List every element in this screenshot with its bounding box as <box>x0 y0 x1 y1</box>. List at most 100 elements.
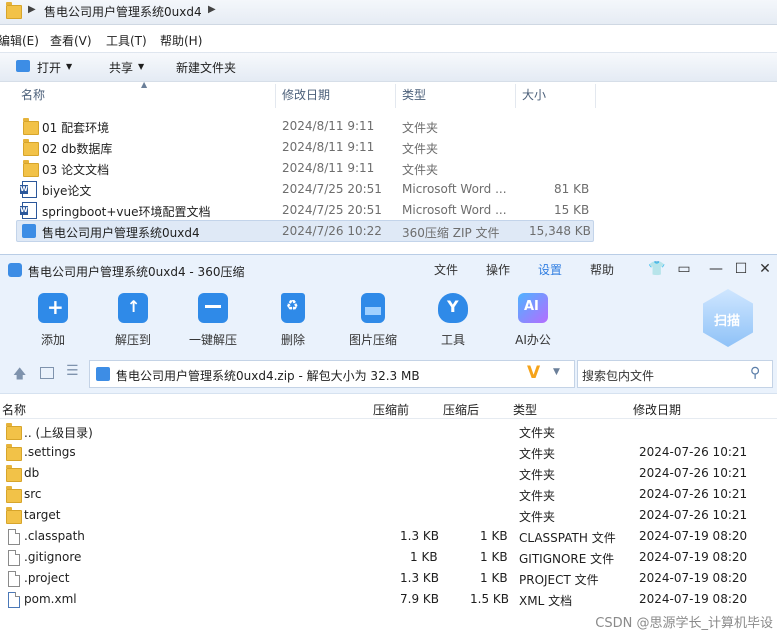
file-row[interactable]: 02 db数据库 2024/8/11 9:11 文件夹 <box>16 137 592 157</box>
word-icon <box>20 202 37 219</box>
column-header-name[interactable]: 名称 <box>2 401 26 418</box>
table-row[interactable]: db 文件夹 2024-07-26 10:21 <box>0 463 777 484</box>
chevron-right-icon[interactable]: ▶ <box>208 4 216 15</box>
column-header-after[interactable]: 压缩后 <box>443 401 479 418</box>
menu-operate[interactable]: 操作 <box>486 261 510 278</box>
row-type: 文件夹 <box>519 510 556 524</box>
file-type: 文件夹 <box>402 121 439 135</box>
zip-icon <box>96 367 110 381</box>
row-type: 文件夹 <box>519 489 556 503</box>
search-placeholder: 搜索包内文件 <box>582 369 655 383</box>
row-after: 1 KB <box>480 550 508 564</box>
column-divider[interactable] <box>515 84 516 108</box>
table-row[interactable]: .gitignore 1 KB 1 KB GITIGNORE 文件 2024-0… <box>0 547 777 568</box>
file-type: 文件夹 <box>402 163 439 177</box>
open-button[interactable]: 打开 <box>37 59 61 76</box>
image-compress-button[interactable]: 图片压缩 <box>343 293 403 348</box>
list-view-icon[interactable]: ☰ <box>66 363 79 379</box>
message-icon[interactable]: ▭ <box>676 261 692 277</box>
table-row[interactable]: .classpath 1.3 KB 1 KB CLASSPATH 文件 2024… <box>0 526 777 547</box>
v-logo-icon[interactable]: V <box>527 363 540 383</box>
delete-label: 删除 <box>280 333 305 347</box>
file-name: 售电公司用户管理系统0uxd4 <box>42 226 200 240</box>
menu-view[interactable]: 查看(V) <box>50 32 92 49</box>
column-header-before[interactable]: 压缩前 <box>373 401 409 418</box>
chevron-down-icon[interactable]: ▼ <box>553 367 560 377</box>
file-icon <box>8 571 20 587</box>
column-divider[interactable] <box>595 84 596 108</box>
sort-up-icon: ▲ <box>141 80 148 89</box>
column-header-type[interactable]: 类型 <box>402 86 426 108</box>
table-row[interactable]: .project 1.3 KB 1 KB PROJECT 文件 2024-07-… <box>0 568 777 589</box>
toolbar: 打开 ▼ 共享 ▼ 新建文件夹 <box>0 52 777 82</box>
file-row-selected[interactable]: 售电公司用户管理系统0uxd4 2024/7/26 10:22 360压缩 ZI… <box>16 220 594 242</box>
share-button[interactable]: 共享 <box>109 59 133 76</box>
table-row[interactable]: .settings 文件夹 2024-07-26 10:21 <box>0 442 777 463</box>
chevron-down-icon[interactable]: ▼ <box>66 62 72 71</box>
folder-icon <box>23 139 39 156</box>
chevron-right-icon: ▶ <box>28 4 36 15</box>
row-modified: 2024-07-26 10:21 <box>639 445 748 459</box>
new-folder-button[interactable]: 新建文件夹 <box>176 59 236 76</box>
menu-help[interactable]: 帮助 <box>590 261 614 278</box>
table-row[interactable]: .. (上级目录) 文件夹 <box>0 421 777 442</box>
file-row[interactable]: springboot+vue环境配置文档 2024/7/25 20:51 Mic… <box>16 200 592 220</box>
column-divider[interactable] <box>275 84 276 108</box>
folder-icon <box>6 507 22 524</box>
table-row[interactable]: pom.xml 7.9 KB 1.5 KB XML 文档 2024-07-19 … <box>0 589 777 610</box>
title-bar: 售电公司用户管理系统0uxd4 - 360压缩 文件 操作 设置 帮助 👕 ▭ … <box>0 255 777 285</box>
file-row[interactable]: biye论文 2024/7/25 20:51 Microsoft Word ..… <box>16 179 592 199</box>
column-header-type[interactable]: 类型 <box>513 401 537 418</box>
column-header-modified[interactable]: 修改日期 <box>282 86 330 108</box>
menu-tools[interactable]: 工具(T) <box>106 32 147 49</box>
row-name: pom.xml <box>24 592 77 606</box>
address-bar[interactable]: ▶ 售电公司用户管理系统0uxd4 ▶ <box>0 0 777 25</box>
file-row[interactable]: 01 配套环境 2024/8/11 9:11 文件夹 <box>16 116 592 136</box>
column-divider[interactable] <box>395 84 396 108</box>
file-type: 360压缩 ZIP 文件 <box>402 226 500 240</box>
table-row[interactable]: target 文件夹 2024-07-26 10:21 <box>0 505 777 526</box>
close-icon[interactable]: ✕ <box>757 261 773 277</box>
breadcrumb[interactable]: 售电公司用户管理系统0uxd4 <box>44 3 202 20</box>
menu-file[interactable]: 文件 <box>434 261 458 278</box>
ai-office-button[interactable]: AI AI办公 <box>503 293 563 348</box>
file-name: springboot+vue环境配置文档 <box>42 205 211 219</box>
file-modified: 2024/7/25 20:51 <box>282 203 382 217</box>
chevron-down-icon[interactable]: ▼ <box>138 62 144 71</box>
file-type: 文件夹 <box>402 142 439 156</box>
search-icon[interactable]: ⚲ <box>750 365 760 381</box>
folder-icon <box>23 160 39 177</box>
menu-settings[interactable]: 设置 <box>538 261 562 278</box>
window-title: 售电公司用户管理系统0uxd4 - 360压缩 <box>28 265 245 279</box>
file-name: biye论文 <box>42 184 92 198</box>
row-before: 1.3 KB <box>400 571 439 585</box>
one-click-extract-button[interactable]: 一键解压 <box>183 293 243 348</box>
path-field[interactable]: 售电公司用户管理系统0uxd4.zip - 解包大小为 32.3 MB V ▼ <box>89 360 575 388</box>
thumbnail-view-icon[interactable] <box>40 367 54 379</box>
menu-edit[interactable]: 编辑(E) <box>0 32 39 49</box>
row-name: db <box>24 466 40 480</box>
tools-button[interactable]: Y 工具 <box>423 293 483 348</box>
extract-to-button[interactable]: ↑ 解压到 <box>103 293 163 348</box>
menu-help[interactable]: 帮助(H) <box>160 32 202 49</box>
search-input[interactable]: 搜索包内文件 ⚲ <box>577 360 773 388</box>
shirt-icon[interactable]: 👕 <box>648 261 665 277</box>
xml-file-icon <box>8 592 20 608</box>
table-row[interactable]: src 文件夹 2024-07-26 10:21 <box>0 484 777 505</box>
add-button[interactable]: + 添加 <box>23 293 83 348</box>
delete-button[interactable]: ♻ 删除 <box>263 293 323 348</box>
column-header-modified[interactable]: 修改日期 <box>633 401 681 418</box>
zip-icon <box>22 224 36 238</box>
scan-button[interactable]: 扫描 <box>703 289 753 347</box>
up-arrow-icon[interactable]: 🡅 <box>13 365 26 387</box>
row-name: .classpath <box>24 529 85 543</box>
row-after: 1.5 KB <box>470 592 509 606</box>
path-text: 售电公司用户管理系统0uxd4.zip - 解包大小为 32.3 MB <box>116 369 420 383</box>
maximize-icon[interactable]: ☐ <box>733 261 749 277</box>
one-click-extract-label: 一键解压 <box>188 333 237 347</box>
minimize-icon[interactable]: — <box>708 261 724 277</box>
row-type: CLASSPATH 文件 <box>519 531 616 545</box>
column-header-size[interactable]: 大小 <box>522 86 546 108</box>
column-header-name[interactable]: 名称 <box>21 86 45 108</box>
file-row[interactable]: 03 论文文档 2024/8/11 9:11 文件夹 <box>16 158 592 178</box>
